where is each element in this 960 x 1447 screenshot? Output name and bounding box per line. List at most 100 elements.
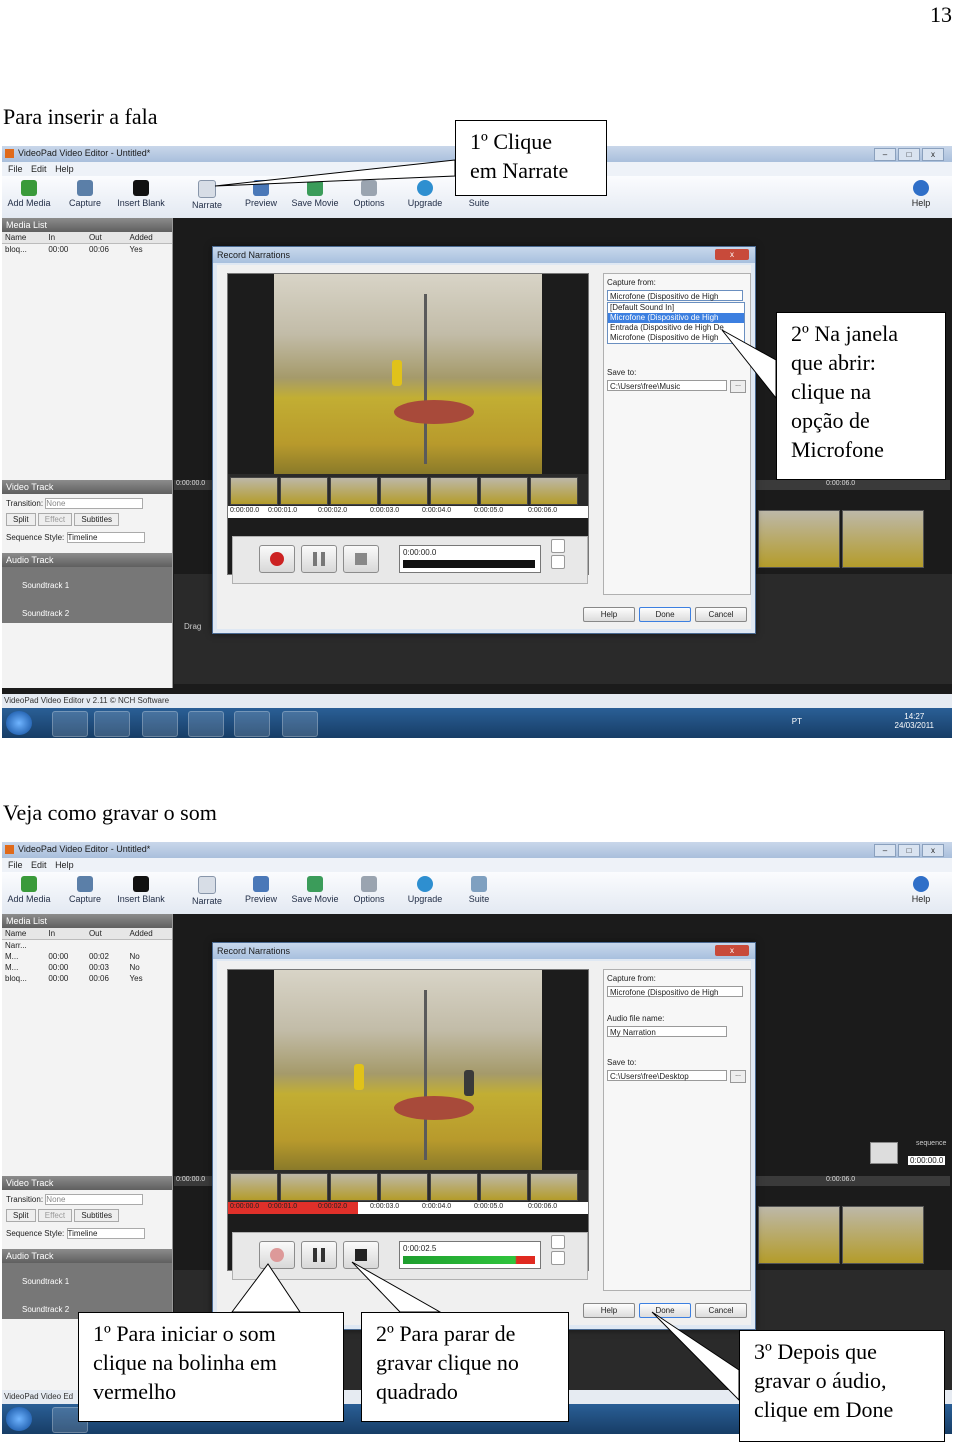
- sequence-style-select[interactable]: Timeline: [66, 1228, 145, 1239]
- preview-button[interactable]: Preview: [234, 178, 288, 208]
- options-button[interactable]: Options: [342, 178, 396, 208]
- done-button[interactable]: Done: [639, 607, 691, 622]
- maximize-button[interactable]: □: [898, 148, 920, 161]
- language-indicator[interactable]: PT: [792, 717, 802, 726]
- record-button[interactable]: [259, 545, 295, 573]
- sequence-label: sequence: [916, 1140, 947, 1147]
- narrate-icon: [198, 876, 216, 894]
- maximize-button[interactable]: □: [898, 844, 920, 857]
- browse-button[interactable]: ...: [730, 1070, 746, 1083]
- video-track-header: Video Track: [2, 1176, 172, 1190]
- menu-edit[interactable]: Edit: [31, 858, 47, 872]
- insert-blank-button[interactable]: Insert Blank: [114, 178, 168, 208]
- audio-file-label: Audio file name:: [607, 1014, 665, 1023]
- menu-edit[interactable]: Edit: [31, 162, 47, 176]
- soundtrack-1[interactable]: Soundtrack 1: [2, 567, 172, 595]
- split-button[interactable]: Split: [6, 1209, 36, 1222]
- subtitles-button[interactable]: Subtitles: [74, 513, 120, 526]
- stop-button[interactable]: [343, 545, 379, 573]
- effect-button[interactable]: Effect: [37, 1209, 73, 1222]
- add-media-button[interactable]: Add Media: [2, 874, 56, 904]
- transition-select[interactable]: None: [45, 1194, 144, 1205]
- menu-file[interactable]: File: [8, 162, 23, 176]
- callout-narrate: 1º Clique em Narrate: [455, 120, 607, 196]
- zoom-in-icon[interactable]: [551, 539, 565, 553]
- media-row[interactable]: bloq... 00:00 00:06 Yes: [2, 973, 172, 984]
- subtitles-button[interactable]: Subtitles: [74, 1209, 120, 1222]
- upgrade-button[interactable]: Upgrade: [398, 178, 452, 208]
- menu-file[interactable]: File: [8, 858, 23, 872]
- zoom-in-icon[interactable]: [551, 1235, 565, 1249]
- sequence-style-select[interactable]: Timeline: [66, 532, 145, 543]
- options-button[interactable]: Options: [342, 874, 396, 904]
- minimize-button[interactable]: –: [874, 148, 896, 161]
- help-dialog-button[interactable]: Help: [583, 607, 635, 622]
- firefox-taskbar-icon[interactable]: [94, 711, 130, 737]
- add-media-button[interactable]: Add Media: [2, 178, 56, 208]
- transition-select[interactable]: None: [45, 498, 144, 509]
- media-row[interactable]: M... 00:00 00:02 No: [2, 951, 172, 962]
- clock[interactable]: 14:27 24/03/2011: [895, 712, 934, 730]
- record-button[interactable]: [259, 1241, 295, 1269]
- browse-button[interactable]: ...: [730, 380, 746, 393]
- dropdown-option[interactable]: Microfone (Dispositivo de High: [608, 333, 744, 343]
- messenger-taskbar-icon[interactable]: [142, 711, 178, 737]
- calendar-taskbar-icon[interactable]: [188, 711, 224, 737]
- minimize-button[interactable]: –: [874, 844, 896, 857]
- preview-button[interactable]: Preview: [234, 874, 288, 904]
- narrate-button[interactable]: Narrate: [180, 178, 234, 210]
- video-preview: 0:00:00.0 0:00:01.0 0:00:02.0 0:00:03.0 0:…: [227, 969, 589, 1280]
- narrate-button[interactable]: Narrate: [180, 874, 234, 906]
- zoom-out-icon[interactable]: [551, 1251, 565, 1265]
- explorer-taskbar-icon[interactable]: [52, 711, 88, 737]
- help-button[interactable]: Help: [906, 874, 936, 904]
- cancel-button[interactable]: Cancel: [695, 607, 747, 622]
- dropdown-option-selected[interactable]: Microfone (Dispositivo de High: [608, 313, 744, 323]
- done-button[interactable]: Done: [639, 1303, 691, 1318]
- insert-blank-button[interactable]: Insert Blank: [114, 874, 168, 904]
- stop-button[interactable]: [343, 1241, 379, 1269]
- dropdown-option[interactable]: [Default Sound In]: [608, 303, 744, 313]
- save-movie-button[interactable]: Save Movie: [288, 874, 342, 904]
- cancel-button[interactable]: Cancel: [695, 1303, 747, 1318]
- capture-from-select[interactable]: Microfone (Dispositivo de High: [607, 986, 743, 997]
- save-to-field[interactable]: C:\Users\free\Desktop: [607, 1070, 727, 1081]
- camera-icon[interactable]: [870, 1142, 898, 1164]
- upgrade-button[interactable]: Upgrade: [398, 874, 452, 904]
- dialog-ruler: 0:00:00.0 0:00:01.0 0:00:02.0 0:00:03.0 0:…: [228, 1202, 588, 1214]
- save-movie-button[interactable]: Save Movie: [288, 178, 342, 208]
- sequence-style-label: Sequence Style:: [6, 533, 65, 542]
- capture-button[interactable]: Capture: [58, 178, 112, 208]
- capture-from-select[interactable]: Microfone (Dispositivo de High: [607, 290, 743, 301]
- close-button[interactable]: x: [922, 844, 944, 857]
- effect-button[interactable]: Effect: [37, 513, 73, 526]
- menu-help[interactable]: Help: [55, 162, 74, 176]
- suite-icon: [471, 876, 487, 892]
- capture-button[interactable]: Capture: [58, 874, 112, 904]
- audio-file-field[interactable]: My Narration: [607, 1026, 727, 1037]
- dialog-close-button[interactable]: x: [715, 249, 749, 260]
- pause-button[interactable]: [301, 545, 337, 573]
- media-row[interactable]: M... 00:00 00:03 No: [2, 962, 172, 973]
- videopad-taskbar-icon[interactable]: [282, 711, 318, 737]
- menu-help[interactable]: Help: [55, 858, 74, 872]
- media-row[interactable]: Narr...: [2, 940, 172, 952]
- soundtrack-2[interactable]: Soundtrack 2: [2, 595, 172, 623]
- soundtrack-1[interactable]: Soundtrack 1: [2, 1263, 172, 1291]
- dropdown-option[interactable]: Entrada (Dispositivo de High De: [608, 323, 744, 333]
- media-row[interactable]: bloq... 00:00 00:06 Yes: [2, 244, 172, 256]
- word-taskbar-icon[interactable]: [234, 711, 270, 737]
- stop-icon: [355, 1249, 367, 1261]
- split-button[interactable]: Split: [6, 513, 36, 526]
- zoom-out-icon[interactable]: [551, 555, 565, 569]
- dialog-close-button[interactable]: x: [715, 945, 749, 956]
- start-button[interactable]: [6, 1407, 32, 1431]
- suite-button[interactable]: Suite: [452, 874, 506, 904]
- start-button[interactable]: [6, 711, 32, 735]
- save-to-field[interactable]: C:\Users\free\Music: [607, 380, 727, 391]
- help-dialog-button[interactable]: Help: [583, 1303, 635, 1318]
- close-button[interactable]: x: [922, 148, 944, 161]
- help-button[interactable]: Help: [906, 178, 936, 208]
- record-icon: [270, 552, 284, 566]
- pause-button[interactable]: [301, 1241, 337, 1269]
